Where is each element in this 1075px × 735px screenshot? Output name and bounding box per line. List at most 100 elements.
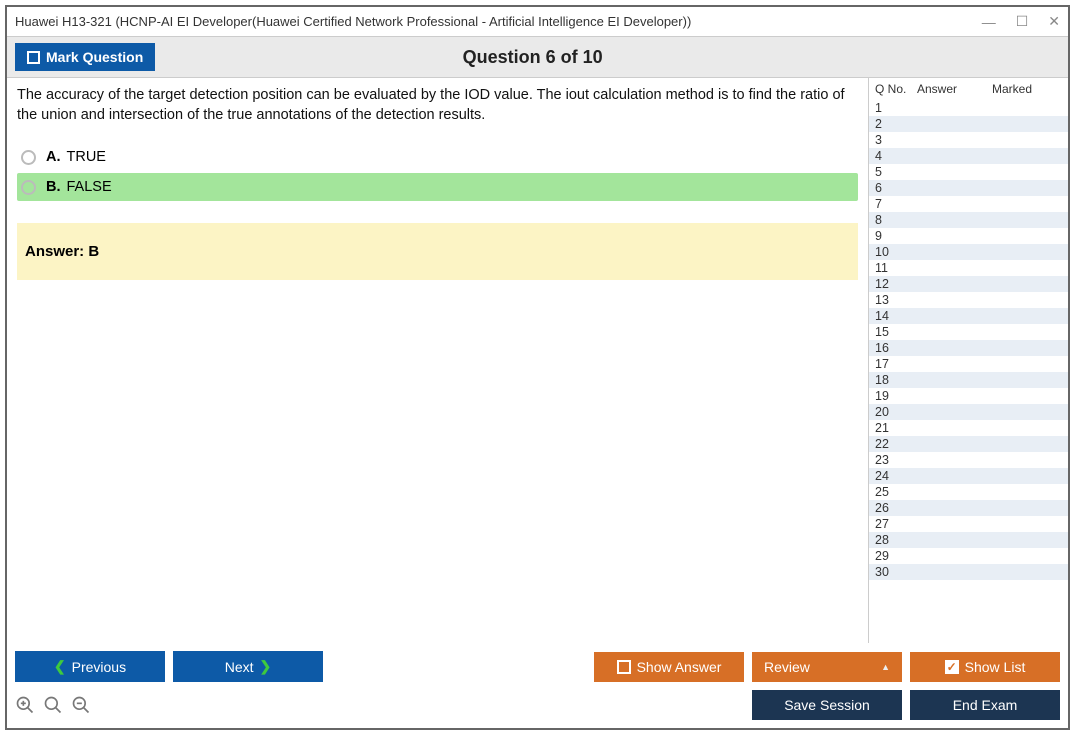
close-icon[interactable]: ✕ [1048,13,1060,30]
question-list-row[interactable]: 16 [869,340,1068,356]
row-answer [917,437,992,451]
question-list-row[interactable]: 28 [869,532,1068,548]
end-exam-label: End Exam [953,697,1018,713]
question-list-row[interactable]: 23 [869,452,1068,468]
col-answer: Answer [917,82,992,96]
row-qno: 23 [875,453,917,467]
zoom-in-icon[interactable] [15,695,35,715]
main-area: The accuracy of the target detection pos… [7,78,1068,643]
row-marked [992,469,1062,483]
mark-question-button[interactable]: Mark Question [15,43,155,71]
question-list-row[interactable]: 19 [869,388,1068,404]
show-list-button[interactable]: ✓ Show List [910,652,1060,682]
row-marked [992,421,1062,435]
option-text: TRUE [67,149,106,165]
row-marked [992,437,1062,451]
window-title: Huawei H13-321 (HCNP-AI EI Developer(Hua… [15,14,982,29]
row-answer [917,549,992,563]
row-qno: 27 [875,517,917,531]
question-list-row[interactable]: 2 [869,116,1068,132]
row-answer [917,565,992,579]
question-list-row[interactable]: 17 [869,356,1068,372]
row-marked [992,517,1062,531]
question-list-row[interactable]: 8 [869,212,1068,228]
row-marked [992,357,1062,371]
row-marked [992,229,1062,243]
option-row[interactable]: B.FALSE [17,173,858,201]
question-list-row[interactable]: 1 [869,100,1068,116]
row-qno: 15 [875,325,917,339]
end-exam-button[interactable]: End Exam [910,690,1060,720]
question-list-row[interactable]: 18 [869,372,1068,388]
row-answer [917,357,992,371]
row-answer [917,485,992,499]
radio-icon [21,150,36,165]
row-qno: 28 [875,533,917,547]
question-list-row[interactable]: 9 [869,228,1068,244]
question-list-row[interactable]: 10 [869,244,1068,260]
row-qno: 24 [875,469,917,483]
row-answer [917,117,992,131]
row-qno: 22 [875,437,917,451]
question-list-row[interactable]: 24 [869,468,1068,484]
row-qno: 10 [875,245,917,259]
question-list-row[interactable]: 14 [869,308,1068,324]
question-list-row[interactable]: 15 [869,324,1068,340]
question-list-row[interactable]: 27 [869,516,1068,532]
question-list-row[interactable]: 12 [869,276,1068,292]
question-list-row[interactable]: 30 [869,564,1068,580]
maximize-icon[interactable]: ☐ [1016,13,1029,30]
row-qno: 4 [875,149,917,163]
minimize-icon[interactable]: — [982,14,996,30]
question-list-row[interactable]: 21 [869,420,1068,436]
sidebar-header: Q No. Answer Marked [869,78,1068,100]
row-qno: 18 [875,373,917,387]
save-session-label: Save Session [784,697,870,713]
sidebar-list[interactable]: 1234567891011121314151617181920212223242… [869,100,1068,643]
question-list-row[interactable]: 26 [869,500,1068,516]
option-row[interactable]: A.TRUE [17,143,858,171]
row-qno: 7 [875,197,917,211]
row-answer [917,261,992,275]
row-answer [917,197,992,211]
zoom-reset-icon[interactable] [43,695,63,715]
row-answer [917,245,992,259]
question-list-row[interactable]: 29 [869,548,1068,564]
row-answer [917,293,992,307]
zoom-out-icon[interactable] [71,695,91,715]
question-list-row[interactable]: 22 [869,436,1068,452]
question-list-row[interactable]: 11 [869,260,1068,276]
question-list-row[interactable]: 13 [869,292,1068,308]
row-marked [992,293,1062,307]
row-answer [917,501,992,515]
row-qno: 12 [875,277,917,291]
row-answer [917,181,992,195]
next-button[interactable]: Next ❯ [173,651,323,682]
row-answer [917,101,992,115]
row-answer [917,277,992,291]
question-list-row[interactable]: 20 [869,404,1068,420]
row-qno: 13 [875,293,917,307]
row-qno: 2 [875,117,917,131]
row-marked [992,101,1062,115]
row-marked [992,565,1062,579]
question-list-row[interactable]: 3 [869,132,1068,148]
question-list-row[interactable]: 6 [869,180,1068,196]
row-marked [992,277,1062,291]
row-qno: 6 [875,181,917,195]
mark-checkbox-icon [27,51,40,64]
question-list-row[interactable]: 25 [869,484,1068,500]
window-controls: — ☐ ✕ [982,13,1060,30]
question-list-row[interactable]: 7 [869,196,1068,212]
review-button[interactable]: Review ▲ [752,652,902,682]
row-qno: 30 [875,565,917,579]
row-qno: 17 [875,357,917,371]
question-list-row[interactable]: 5 [869,164,1068,180]
question-list-row[interactable]: 4 [869,148,1068,164]
row-answer [917,133,992,147]
zoom-controls [15,695,91,715]
show-answer-button[interactable]: Show Answer [594,652,744,682]
question-list-sidebar: Q No. Answer Marked 12345678910111213141… [868,78,1068,643]
save-session-button[interactable]: Save Session [752,690,902,720]
previous-button[interactable]: ❮ Previous [15,651,165,682]
